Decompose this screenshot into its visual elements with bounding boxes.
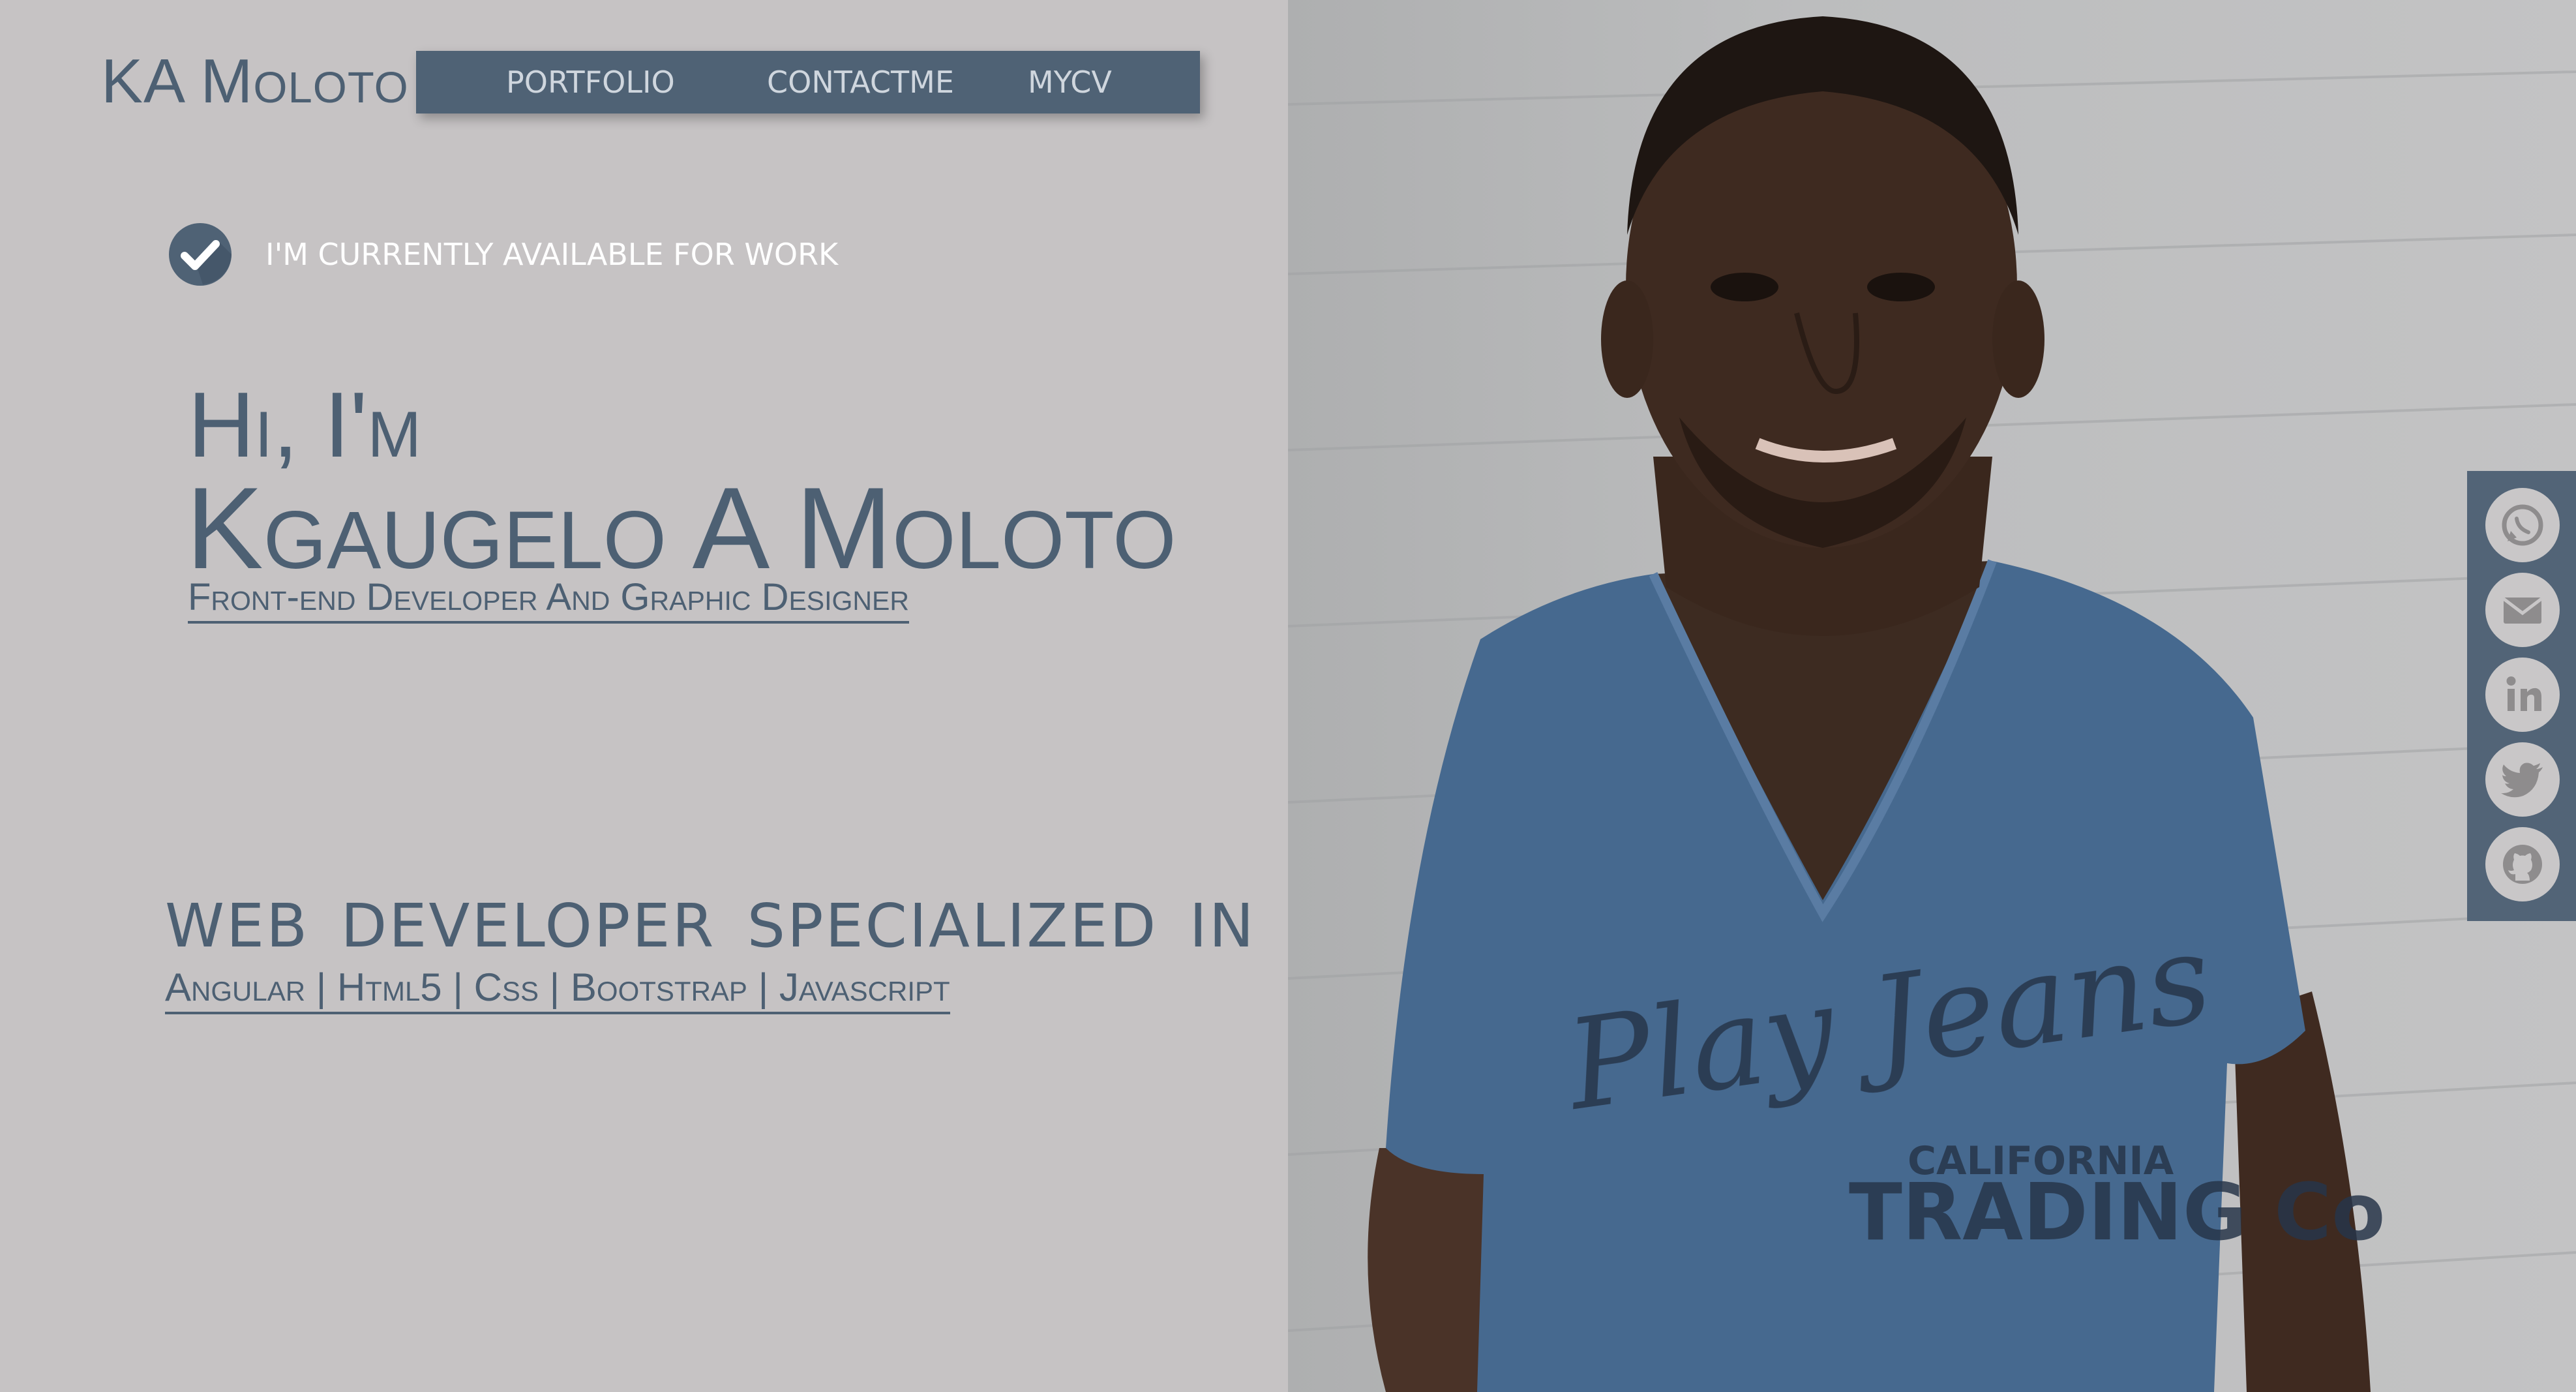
hero-role: Front-end Developer And Graphic Designer — [188, 574, 909, 624]
hero-name: Kgaugelo A Moloto — [186, 463, 1176, 593]
portrait-illustration: Play Jeans TRADING Co CALIFORNIA — [1288, 16, 2576, 1392]
brand-logo[interactable]: KA Moloto — [101, 46, 409, 117]
main-nav: PORTFOLIO CONTACTME MYCV — [416, 51, 1200, 113]
svg-text:CALIFORNIA: CALIFORNIA — [1908, 1138, 2174, 1184]
check-circle-icon — [169, 223, 232, 286]
specialization-heading: WEB DEVELOPER SPECIALIZED IN — [165, 891, 1256, 961]
twitter-link[interactable] — [2485, 742, 2560, 817]
availability-text: I'M CURRENTLY AVAILABLE FOR WORK — [265, 237, 839, 272]
skills-list: Angular | Html5 | Css | Bootstrap | Java… — [165, 963, 950, 1014]
availability-notice: I'M CURRENTLY AVAILABLE FOR WORK — [168, 220, 838, 288]
github-link[interactable] — [2485, 827, 2560, 901]
linkedin-icon — [2506, 676, 2541, 711]
social-sidebar — [2467, 471, 2576, 921]
whatsapp-link[interactable] — [2485, 488, 2560, 562]
mail-icon — [2502, 598, 2543, 624]
whatsapp-icon — [2502, 504, 2543, 546]
hero-greeting: Hi, I'm — [188, 373, 421, 477]
nav-link-contact[interactable]: CONTACTME — [767, 51, 954, 113]
github-icon — [2503, 845, 2542, 884]
mail-link[interactable] — [2485, 573, 2560, 647]
profile-photo: Play Jeans TRADING Co CALIFORNIA — [1288, 0, 2576, 1392]
linkedin-link[interactable] — [2485, 658, 2560, 732]
intro-panel: KA Moloto PORTFOLIO CONTACTME MYCV I'M C… — [0, 0, 1288, 1392]
nav-link-cv[interactable]: MYCV — [1028, 51, 1112, 113]
nav-link-portfolio[interactable]: PORTFOLIO — [506, 51, 675, 113]
twitter-icon — [2501, 763, 2543, 798]
